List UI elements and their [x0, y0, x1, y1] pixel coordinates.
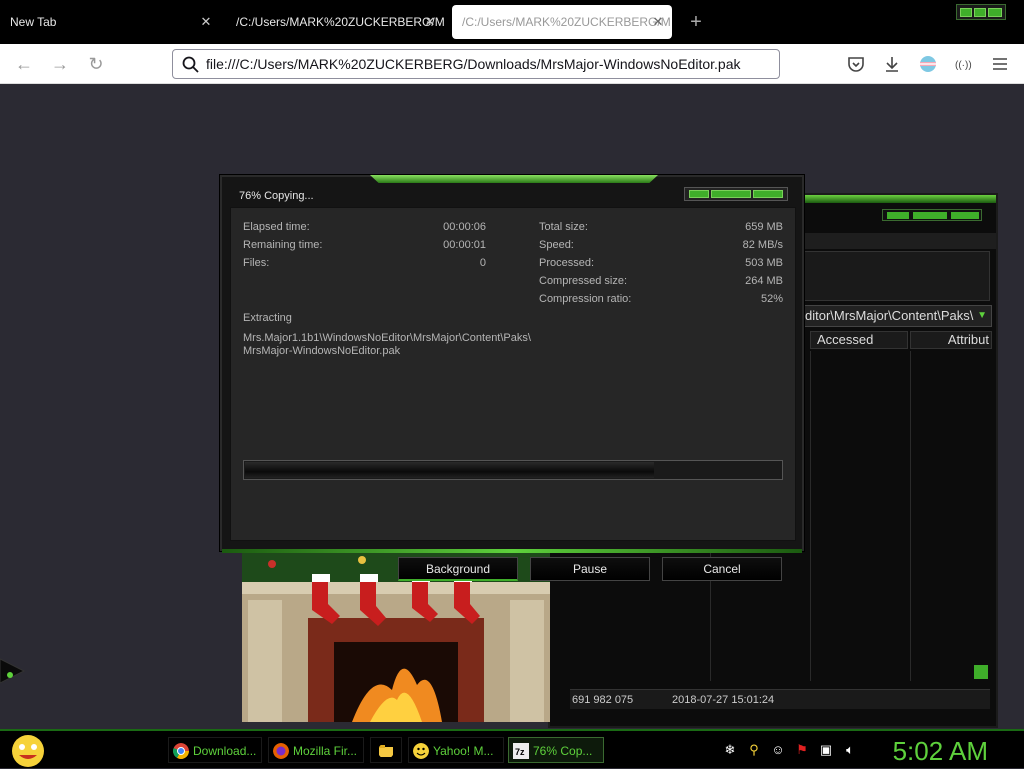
- menu-icon[interactable]: [990, 54, 1010, 74]
- firefox-icon: [273, 743, 289, 759]
- close-window-button[interactable]: [988, 8, 1002, 17]
- total-size-label: Total size:: [539, 221, 588, 233]
- dialog-bottom-glow: [222, 549, 802, 553]
- taskbar-item-label: Mozilla Fir...: [293, 744, 358, 758]
- dialog-window-controls[interactable]: [684, 187, 788, 201]
- chrome-icon: [173, 743, 189, 759]
- gadget-icon: [0, 658, 26, 684]
- tab-bar: New Tab ✕ /C:/Users/MARK%20ZUCKERBERG/M …: [0, 0, 1024, 44]
- folder-icon: [379, 745, 393, 757]
- compression-ratio-label: Compression ratio:: [539, 293, 632, 305]
- taskbar: Download... Mozilla Fir... Yahoo! M... 7…: [0, 729, 1024, 768]
- path-text: ditor\MrsMajor\Content\Paks\: [805, 308, 974, 323]
- forward-button[interactable]: →: [48, 52, 72, 76]
- new-tab-button[interactable]: +: [684, 8, 708, 36]
- bonzi-smiley-start-icon[interactable]: [8, 733, 48, 769]
- compressed-size-label: Compressed size:: [539, 275, 628, 287]
- taskbar-item-firefox[interactable]: Mozilla Fir...: [268, 737, 364, 763]
- extension-icon[interactable]: ((·)): [954, 54, 974, 74]
- back-button[interactable]: ←: [12, 52, 36, 76]
- remaining-value: 00:00:01: [443, 239, 486, 251]
- resize-handle[interactable]: [974, 665, 988, 679]
- dialog-title: 76% Copying...: [239, 190, 314, 202]
- flag-tray-icon[interactable]: ⚑: [794, 742, 810, 758]
- tab-file-active[interactable]: /C:/Users/MARK%20ZUCKERBERG/M ✕: [452, 5, 672, 39]
- files-value: 0: [479, 257, 486, 269]
- taskbar-item-folder[interactable]: [370, 737, 402, 763]
- network-tray-icon[interactable]: ▣: [818, 742, 834, 758]
- current-file-name: MrsMajor-WindowsNoEditor.pak: [243, 345, 401, 357]
- search-tray-icon[interactable]: ⚲: [746, 742, 762, 758]
- window-controls[interactable]: [956, 4, 1006, 20]
- tab-label: /C:/Users/MARK%20ZUCKERBERG/M: [236, 15, 444, 29]
- taskbar-item-label: Yahoo! M...: [433, 744, 494, 758]
- status-date: 2018-07-27 15:01:24: [672, 694, 775, 706]
- tab-label: New Tab: [10, 15, 57, 29]
- close-tab-icon[interactable]: ✕: [650, 5, 666, 39]
- page-content: ditor\MrsMajor\Content\Paks\ ▼ Accessed …: [0, 85, 1024, 729]
- maximize-button[interactable]: [711, 190, 751, 198]
- dialog-body: Elapsed time: 00:00:06 Remaining time: 0…: [230, 207, 796, 541]
- tab-new-tab[interactable]: New Tab ✕: [0, 5, 220, 39]
- background-button[interactable]: Background: [398, 557, 518, 581]
- taskbar-item-label: Download...: [193, 744, 257, 758]
- compression-ratio-value: 52%: [760, 293, 783, 305]
- column-accessed[interactable]: Accessed: [810, 331, 908, 349]
- reload-button[interactable]: ↻: [84, 52, 108, 76]
- volume-tray-icon[interactable]: 🔈︎: [842, 742, 858, 758]
- close-tab-icon[interactable]: ✕: [198, 5, 214, 39]
- speed-label: Speed:: [539, 239, 574, 251]
- minimize-button[interactable]: [960, 8, 972, 17]
- taskbar-item-7zip[interactable]: 7z 76% Cop...: [508, 737, 604, 763]
- progress-fill: [245, 462, 654, 478]
- total-size-value: 659 MB: [745, 221, 783, 233]
- elapsed-value: 00:00:06: [443, 221, 486, 233]
- minimize-button[interactable]: [689, 190, 709, 198]
- svg-text:7z: 7z: [515, 747, 525, 757]
- dropdown-arrow-icon[interactable]: ▼: [977, 306, 987, 326]
- processed-value: 503 MB: [745, 257, 783, 269]
- column-attributes[interactable]: Attribut: [910, 331, 992, 349]
- url-text: file:///C:/Users/MARK%20ZUCKERBERG/Downl…: [206, 56, 741, 72]
- status-bar: 691 982 075 2018-07-27 15:01:24: [570, 689, 990, 709]
- tab-file-1[interactable]: /C:/Users/MARK%20ZUCKERBERG/M ✕: [226, 5, 444, 39]
- cancel-button[interactable]: Cancel: [662, 557, 782, 581]
- speed-value: 82 MB/s: [742, 239, 783, 251]
- smiley-tray-icon[interactable]: ☺: [770, 742, 786, 758]
- svg-text:((·)): ((·)): [955, 60, 972, 71]
- taskbar-item-yahoo[interactable]: Yahoo! M...: [408, 737, 504, 763]
- progress-bar: [243, 460, 783, 480]
- taskbar-item-chrome[interactable]: Download...: [168, 737, 262, 763]
- tab-label: /C:/Users/MARK%20ZUCKERBERG/M: [462, 15, 671, 29]
- close-window-button[interactable]: [753, 190, 783, 198]
- remaining-label: Remaining time:: [243, 239, 323, 251]
- maximize-button[interactable]: [974, 8, 986, 17]
- close-tab-icon[interactable]: ✕: [422, 5, 438, 39]
- pocket-icon[interactable]: [846, 54, 866, 74]
- status-size: 691 982 075: [572, 694, 634, 706]
- processed-label: Processed:: [539, 257, 595, 269]
- compressed-size-value: 264 MB: [745, 275, 783, 287]
- yahoo-messenger-icon: [413, 743, 429, 759]
- operation-label: Extracting: [243, 312, 292, 324]
- profile-icon[interactable]: [918, 54, 938, 74]
- 7zip-icon: 7z: [513, 743, 529, 759]
- downloads-icon[interactable]: [882, 54, 902, 74]
- taskbar-clock[interactable]: 5:02 AM: [893, 733, 988, 769]
- elapsed-label: Elapsed time:: [243, 221, 310, 233]
- taskbar-item-label: 76% Cop...: [533, 744, 593, 758]
- current-file-path: Mrs.Major1.1b1\WindowsNoEditor\MrsMajor\…: [243, 332, 531, 344]
- dialog-top-glow: [370, 175, 658, 183]
- address-bar[interactable]: file:///C:/Users/MARK%20ZUCKERBERG/Downl…: [172, 49, 780, 79]
- search-icon: [182, 56, 199, 73]
- path-combo[interactable]: ditor\MrsMajor\Content\Paks\ ▼: [800, 305, 992, 327]
- snowflake-tray-icon[interactable]: ❄: [722, 742, 738, 758]
- navigation-bar: ← → ↻ file:///C:/Users/MARK%20ZUCKERBERG…: [0, 44, 1024, 84]
- files-label: Files:: [243, 257, 270, 269]
- window-controls[interactable]: [882, 209, 982, 221]
- copy-progress-dialog[interactable]: 76% Copying... Elapsed time: 00:00:06 Re…: [220, 175, 804, 581]
- pause-button[interactable]: Pause: [530, 557, 650, 581]
